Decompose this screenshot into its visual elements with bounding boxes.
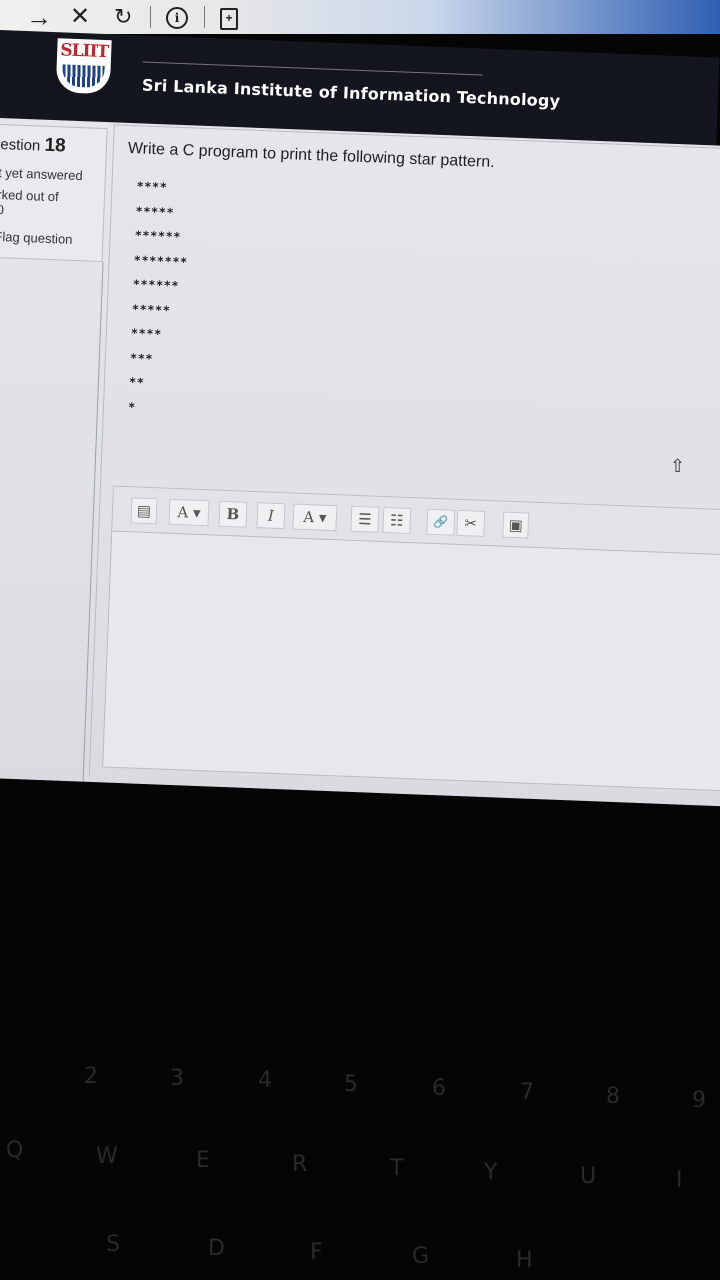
question-number: 18 <box>44 134 67 157</box>
key: T <box>390 1156 404 1181</box>
forward-icon[interactable]: → <box>26 2 52 33</box>
key: D <box>208 1236 225 1261</box>
question-info-box: uestion 18 ot yet answered arked out of … <box>0 123 108 263</box>
key: S <box>106 1232 120 1257</box>
question-status: ot yet answered <box>0 164 83 184</box>
image-icon[interactable]: ▣ <box>502 511 530 539</box>
laptop-keyboard: 2 3 4 5 6 7 8 9 Q W E R T Y U I S D F G … <box>0 780 720 1280</box>
pattern-line: *** <box>129 350 154 366</box>
unlink-icon[interactable]: ✂ <box>456 509 486 537</box>
key: H <box>516 1248 533 1273</box>
mouse-cursor-icon: ⇧ <box>670 456 686 476</box>
editor-text-area[interactable] <box>103 533 720 787</box>
question-panel: Write a C program to print the following… <box>88 124 720 800</box>
key: I <box>676 1168 683 1193</box>
key: W <box>96 1144 118 1169</box>
flag-label: Flag question <box>0 228 73 247</box>
italic-button[interactable]: I <box>256 502 286 530</box>
flag-question-link[interactable]: Flag question <box>0 229 73 247</box>
font-color-label: A <box>302 507 315 527</box>
question-marks: arked out of 00 <box>0 187 59 220</box>
key: U <box>580 1164 597 1189</box>
ordered-list-icon[interactable]: ☷ <box>382 507 412 535</box>
toolbar-divider <box>204 6 205 28</box>
logo-text: SLIIT <box>59 40 109 63</box>
logo-emblem <box>61 64 105 89</box>
key: 2 <box>84 1064 98 1089</box>
key: E <box>196 1148 210 1173</box>
key: 6 <box>432 1076 446 1101</box>
pattern-line: ****** <box>134 228 182 245</box>
key: F <box>310 1240 323 1265</box>
info-icon[interactable]: i <box>166 7 188 29</box>
add-page-icon[interactable]: + <box>220 8 238 30</box>
pattern-line: ******* <box>133 252 188 269</box>
key: 8 <box>606 1084 620 1109</box>
toolbar-divider <box>150 6 151 28</box>
sliit-logo[interactable]: SLIIT <box>55 38 112 95</box>
reload-icon[interactable]: ↻ <box>114 4 132 30</box>
key: Y <box>484 1160 498 1185</box>
key: 9 <box>692 1088 706 1113</box>
pattern-line: **** <box>136 179 168 195</box>
quiz-content: uestion 18 ot yet answered arked out of … <box>0 118 720 807</box>
pattern-line: ***** <box>131 301 171 318</box>
marks-label: arked out of <box>0 186 59 205</box>
key: 3 <box>170 1066 184 1091</box>
font-size-label: A <box>177 503 189 522</box>
font-size-button[interactable]: A ▾ <box>168 498 210 527</box>
question-label-text: uestion <box>0 135 41 155</box>
key: R <box>292 1152 308 1177</box>
star-pattern: **** ***** ****** ******* ****** ***** *… <box>128 174 191 421</box>
key: 4 <box>258 1068 272 1093</box>
key: 5 <box>344 1072 358 1097</box>
bold-button[interactable]: B <box>218 500 248 528</box>
key: Q <box>6 1138 24 1163</box>
header-divider <box>142 61 483 76</box>
browser-toolbar: → ✕ ↻ i + <box>0 0 720 34</box>
question-text: Write a C program to print the following… <box>127 139 495 172</box>
key: 7 <box>520 1080 534 1105</box>
unordered-list-icon[interactable]: ☰ <box>350 505 380 533</box>
link-icon[interactable]: 🔗 <box>426 508 456 536</box>
site-title: Sri Lanka Institute of Information Techn… <box>141 75 561 111</box>
pattern-line: ****** <box>132 277 180 293</box>
pattern-line: **** <box>130 326 162 342</box>
pattern-line: ** <box>128 375 145 390</box>
show-more-icon[interactable]: ▤ <box>130 497 158 525</box>
question-label: uestion 18 <box>0 133 66 158</box>
close-icon[interactable]: ✕ <box>70 2 90 31</box>
key: G <box>412 1244 430 1269</box>
font-color-button[interactable]: A ▾ <box>292 503 338 532</box>
answer-editor[interactable]: ▤ A ▾ B I A ▾ ☰ ☷ 🔗 ✂ ▣ <box>102 485 720 792</box>
marks-value: 00 <box>0 201 5 218</box>
pattern-line: * <box>127 399 137 414</box>
pattern-line: ***** <box>135 203 175 220</box>
